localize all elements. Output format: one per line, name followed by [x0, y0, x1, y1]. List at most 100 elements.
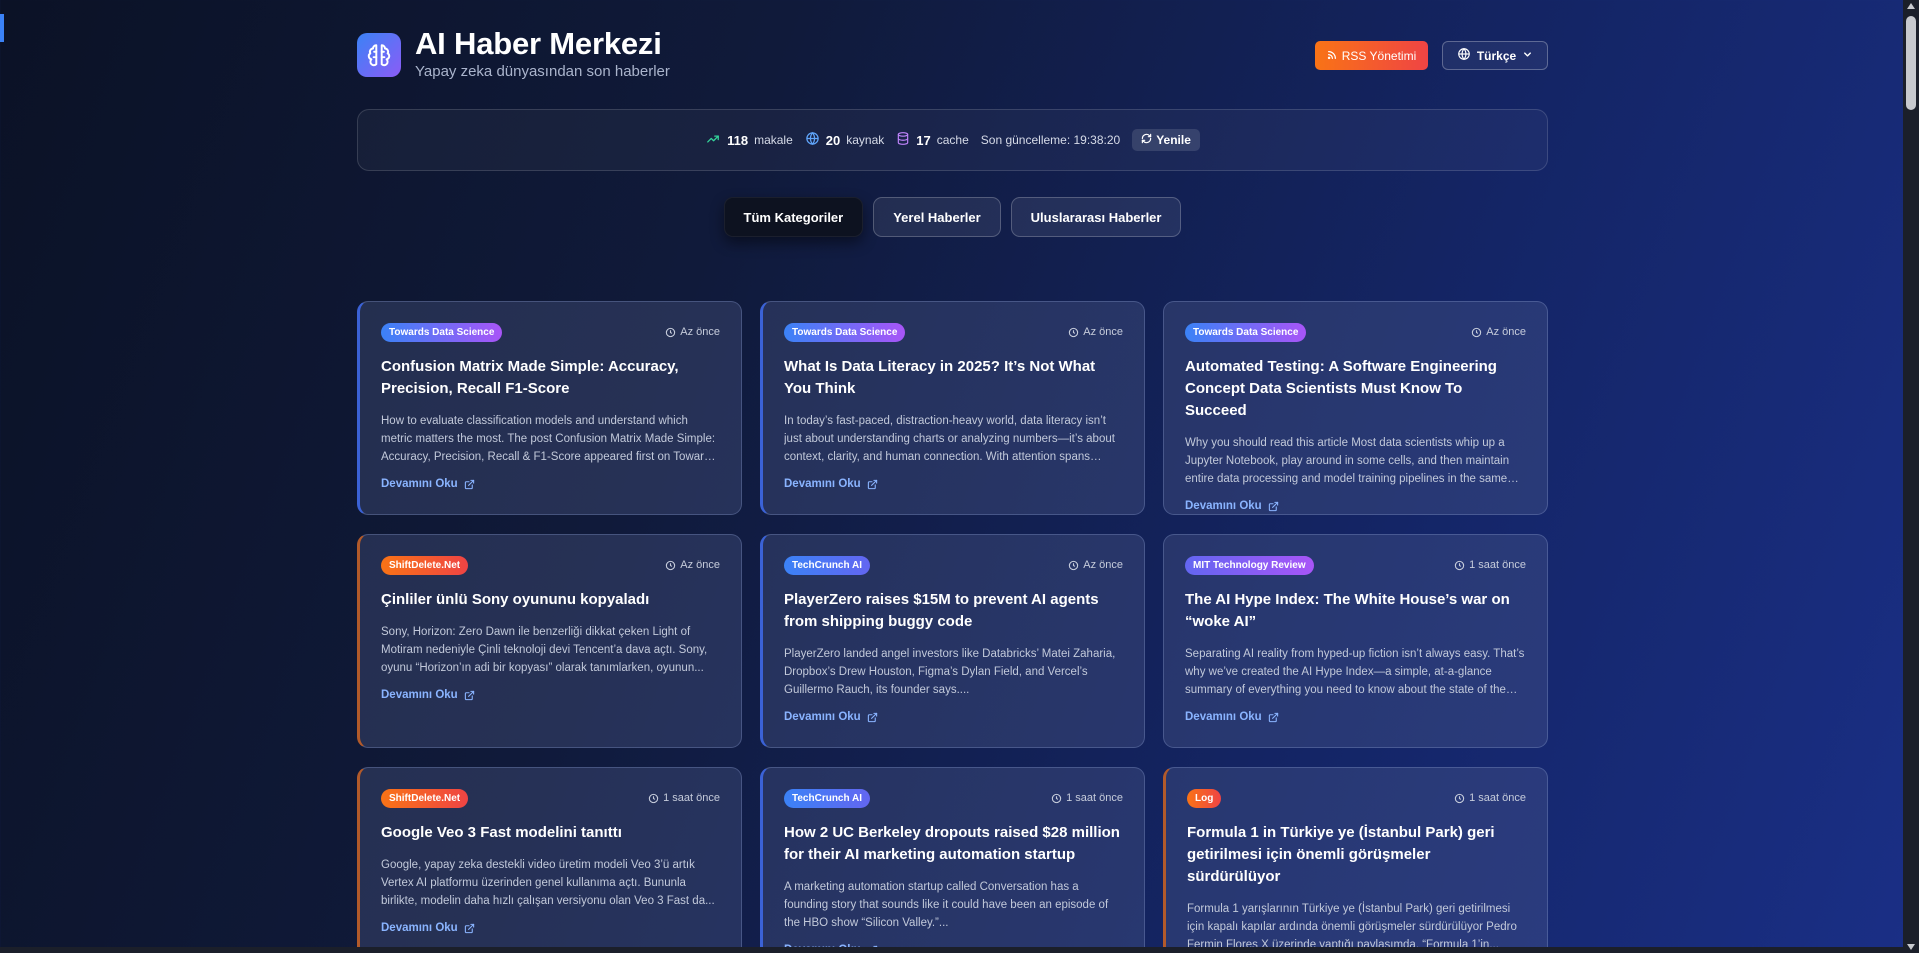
- source-badge: Log: [1187, 788, 1222, 808]
- time-label: 1 saat önce: [1469, 559, 1526, 571]
- article-description: A marketing automation startup called Co…: [784, 881, 1109, 929]
- news-card[interactable]: Towards Data Science Az önce Confusion M…: [357, 301, 742, 515]
- time-label: Az önce: [1083, 559, 1123, 571]
- external-link-icon: [867, 712, 877, 722]
- article-title[interactable]: Formula 1 in Türkiye ye (İstanbul Park) …: [1187, 822, 1526, 888]
- horizontal-scrollbar[interactable]: [0, 947, 1903, 953]
- sources-count: 20: [825, 132, 841, 148]
- source-badge: Towards Data Science: [1185, 322, 1307, 342]
- article-description: Why you should read this article Most da…: [1185, 437, 1510, 485]
- refresh-button[interactable]: Yenile: [1132, 129, 1200, 151]
- clock-icon: [1472, 327, 1482, 337]
- article-title[interactable]: What Is Data Literacy in 2025? It’s Not …: [784, 356, 1123, 400]
- timestamp: 1 saat önce: [1454, 559, 1526, 571]
- external-link-icon: [464, 479, 474, 489]
- articles-count: 118: [727, 132, 749, 148]
- news-card[interactable]: ShiftDelete.Net 1 saat önce Google Veo 3…: [357, 767, 742, 953]
- read-more-link[interactable]: Devamını Oku: [784, 711, 1123, 723]
- tab-all-categories[interactable]: Tüm Kategoriler: [723, 197, 864, 237]
- read-more-link[interactable]: Devamını Oku: [381, 478, 720, 490]
- read-more-link[interactable]: Devamını Oku: [381, 689, 720, 701]
- read-more-label: Devamını Oku: [784, 478, 861, 490]
- external-link-icon: [464, 690, 474, 700]
- language-label: Türkçe: [1476, 48, 1517, 63]
- scroll-up-arrow-icon[interactable]: [1907, 3, 1915, 9]
- external-link-icon: [464, 923, 474, 933]
- language-selector[interactable]: Türkçe: [1442, 41, 1548, 70]
- article-description: Formula 1 yarışlarının Türkiye ye (İstan…: [1187, 903, 1517, 951]
- clock-icon: [1454, 793, 1465, 803]
- read-more-link[interactable]: Devamını Oku: [1185, 500, 1526, 512]
- cache-label: cache: [936, 133, 969, 147]
- source-badge: Towards Data Science: [381, 322, 503, 342]
- refresh-icon: [1141, 133, 1152, 147]
- scroll-down-arrow-icon[interactable]: [1907, 944, 1915, 950]
- external-link-icon: [1268, 501, 1278, 511]
- external-link-icon: [867, 479, 877, 489]
- news-card[interactable]: TechCrunch AI Az önce PlayerZero raises …: [760, 534, 1145, 748]
- article-description: How to evaluate classification models an…: [381, 415, 717, 463]
- news-card[interactable]: ShiftDelete.Net Az önce Çinliler ünlü So…: [357, 534, 742, 748]
- time-label: Az önce: [1083, 326, 1123, 338]
- clock-icon: [648, 793, 659, 803]
- source-badge: ShiftDelete.Net: [381, 788, 469, 808]
- time-label: Az önce: [680, 326, 720, 338]
- timestamp: 1 saat önce: [648, 792, 720, 804]
- timestamp: Az önce: [665, 559, 720, 571]
- read-more-label: Devamını Oku: [381, 922, 458, 934]
- time-label: 1 saat önce: [1469, 792, 1526, 804]
- rss-icon: [1327, 49, 1337, 63]
- database-icon: [896, 131, 910, 149]
- source-badge: ShiftDelete.Net: [381, 555, 469, 575]
- sources-label: kaynak: [846, 133, 885, 147]
- last-update: Son güncelleme: 19:38:20: [980, 133, 1121, 147]
- news-grid: Towards Data Science Az önce Confusion M…: [357, 301, 1548, 953]
- read-more-label: Devamını Oku: [381, 478, 458, 490]
- news-card[interactable]: Towards Data Science Az önce Automated T…: [1163, 301, 1548, 515]
- source-badge: TechCrunch AI: [784, 555, 871, 575]
- rss-management-button[interactable]: RSS Yönetimi: [1315, 41, 1428, 70]
- articles-stat: 118 makale: [705, 132, 793, 149]
- time-label: Az önce: [680, 559, 720, 571]
- trending-up-icon: [705, 132, 721, 149]
- tab-international-news[interactable]: Uluslararası Haberler: [1010, 197, 1182, 237]
- timestamp: 1 saat önce: [1051, 792, 1123, 804]
- rss-button-label: RSS Yönetimi: [1341, 48, 1417, 63]
- article-title[interactable]: The AI Hype Index: The White House’s war…: [1185, 589, 1526, 633]
- read-more-label: Devamını Oku: [1185, 500, 1262, 512]
- article-title[interactable]: Google Veo 3 Fast modelini tanıttı: [381, 822, 720, 844]
- read-more-label: Devamını Oku: [784, 711, 861, 723]
- read-more-link[interactable]: Devamını Oku: [1185, 711, 1526, 723]
- sources-stat: 20 kaynak: [805, 131, 885, 149]
- news-card[interactable]: Towards Data Science Az önce What Is Dat…: [760, 301, 1145, 515]
- timestamp: Az önce: [1068, 559, 1123, 571]
- news-card[interactable]: TechCrunch AI 1 saat önce How 2 UC Berke…: [760, 767, 1145, 953]
- articles-label: makale: [754, 133, 793, 147]
- article-description: Sony, Horizon: Zero Dawn ile benzerliği …: [381, 626, 708, 674]
- article-title[interactable]: PlayerZero raises $15M to prevent AI age…: [784, 589, 1123, 633]
- timestamp: Az önce: [665, 326, 720, 338]
- timestamp: 1 saat önce: [1454, 792, 1526, 804]
- scrollbar-thumb[interactable]: [1906, 16, 1916, 110]
- clock-icon: [666, 560, 676, 570]
- news-card[interactable]: MIT Technology Review 1 saat önce The AI…: [1163, 534, 1548, 748]
- app-header: AI Haber Merkezi Yapay zeka dünyasından …: [357, 0, 1548, 100]
- read-more-link[interactable]: Devamını Oku: [381, 922, 720, 934]
- refresh-label: Yenile: [1156, 133, 1191, 147]
- source-badge: Towards Data Science: [784, 322, 906, 342]
- clock-icon: [1454, 560, 1465, 570]
- news-card[interactable]: Log 1 saat önce Formula 1 in Türkiye ye …: [1163, 767, 1548, 953]
- page-accent-marker: [0, 14, 4, 42]
- app-subtitle: Yapay zeka dünyasından son haberler: [415, 63, 670, 80]
- article-title[interactable]: How 2 UC Berkeley dropouts raised $28 mi…: [784, 822, 1123, 866]
- stats-bar: 118 makale 20 kaynak 17 cache Son güncel…: [357, 109, 1548, 171]
- clock-icon: [1069, 560, 1079, 570]
- article-title[interactable]: Confusion Matrix Made Simple: Accuracy, …: [381, 356, 720, 400]
- article-title[interactable]: Automated Testing: A Software Engineerin…: [1185, 356, 1526, 422]
- article-title[interactable]: Çinliler ünlü Sony oyununu kopyaladı: [381, 589, 720, 611]
- article-description: Separating AI reality from hyped-up fict…: [1185, 648, 1525, 696]
- tab-local-news[interactable]: Yerel Haberler: [873, 197, 1001, 237]
- vertical-scrollbar[interactable]: [1903, 0, 1919, 953]
- read-more-link[interactable]: Devamını Oku: [784, 478, 1123, 490]
- time-label: Az önce: [1486, 326, 1526, 338]
